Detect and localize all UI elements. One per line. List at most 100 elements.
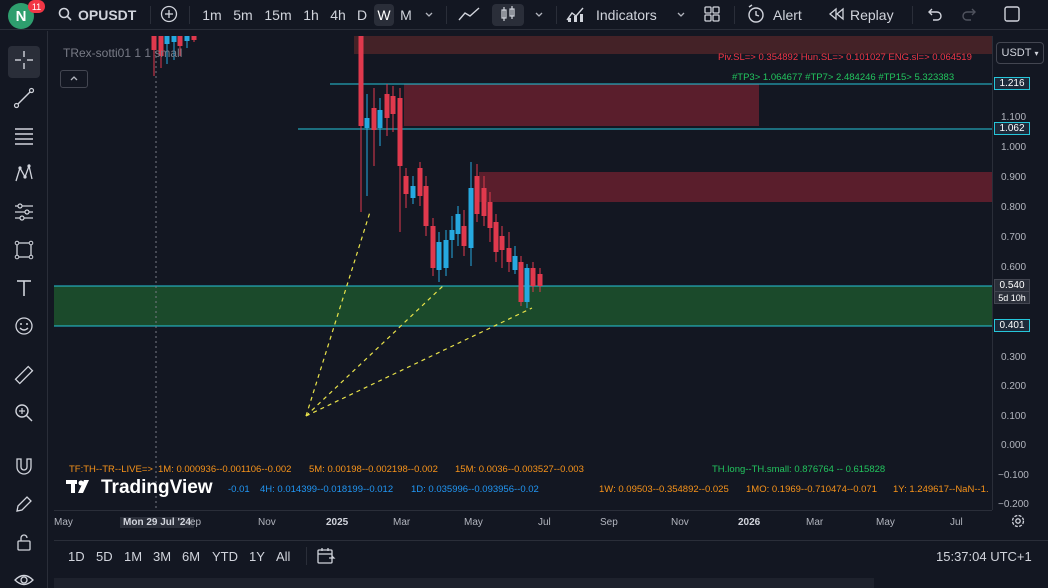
drawing-toolbar	[0, 31, 48, 588]
replay-label: Replay	[850, 7, 894, 23]
fullscreen-button[interactable]	[998, 4, 1026, 26]
range-1m[interactable]: 1M	[124, 549, 142, 564]
chart-settings-button[interactable]	[1008, 514, 1028, 532]
divider	[556, 6, 557, 24]
price-axis[interactable]: 1.100 1.000 0.900 0.800 0.700 0.600 0.30…	[992, 36, 1048, 510]
time-tick: May	[876, 517, 895, 528]
clock-display[interactable]: 15:37:04 UTC+1	[936, 549, 1032, 564]
bar-countdown: 5d 10h	[994, 291, 1030, 304]
price-tick: 0.200	[1001, 381, 1027, 392]
indicators-dropdown[interactable]	[672, 4, 690, 26]
candle-body	[506, 248, 512, 262]
icon-tool[interactable]	[8, 312, 40, 344]
interval-5m[interactable]: 5m	[230, 4, 256, 26]
lock-drawings-tool[interactable]	[8, 528, 40, 560]
undo-button[interactable]	[922, 4, 946, 26]
row2-value-1: -0.01	[228, 484, 250, 495]
candle-body	[455, 214, 461, 234]
chart-type-candles-button[interactable]	[492, 4, 524, 26]
pencil-lock-icon	[13, 493, 35, 520]
chart-type-dropdown[interactable]	[530, 4, 548, 26]
pattern-tool[interactable]	[8, 160, 40, 192]
candle-body	[481, 188, 487, 216]
interval-w[interactable]: W	[374, 4, 394, 26]
tf-label: TF:TH--TR--LIVE=>	[69, 464, 153, 475]
layouts-button[interactable]	[700, 4, 724, 26]
alert-button[interactable]: Alert	[746, 3, 812, 26]
shape-tool[interactable]	[8, 236, 40, 268]
interval-d[interactable]: D	[352, 4, 372, 26]
indicators-button[interactable]: Indicators	[566, 4, 662, 26]
candle-body	[403, 176, 409, 194]
range-1y[interactable]: 1Y	[249, 549, 265, 564]
symbol-search[interactable]: OPUSDT	[58, 4, 142, 26]
candle-body	[487, 202, 493, 228]
go-to-date-button[interactable]	[316, 547, 336, 570]
chart-type-line-button[interactable]	[455, 4, 483, 26]
rectangle-icon	[13, 239, 35, 266]
indicator-title[interactable]: TRex-sotti01 1 1 small	[63, 46, 182, 60]
magnet-tool[interactable]	[8, 452, 40, 484]
candle-body	[184, 36, 190, 41]
range-6m[interactable]: 6M	[182, 549, 200, 564]
candle-body	[371, 108, 377, 130]
divider	[189, 6, 190, 24]
symbol-label: OPUSDT	[78, 7, 137, 23]
bottom-toolbar: 1D 5D 1M 3M 6M YTD 1Y All 15:37:04 UTC+1	[54, 540, 1048, 570]
prediction-tool[interactable]	[8, 198, 40, 230]
candle-body	[377, 110, 383, 128]
time-axis[interactable]: May Mon 29 Jul '24 ep Nov 2025 Mar May J…	[54, 510, 992, 534]
range-5d[interactable]: 5D	[96, 549, 113, 564]
interval-1h[interactable]: 1h	[299, 4, 323, 26]
tradingview-logo-icon	[66, 478, 96, 499]
indicators-icon	[566, 5, 588, 26]
range-all[interactable]: All	[276, 549, 290, 564]
redo-button[interactable]	[958, 4, 982, 26]
replay-button[interactable]: Replay	[828, 4, 904, 26]
chart-pane[interactable]: TRex-sotti01 1 1 small Piv.SL=> 0.354892…	[54, 36, 992, 510]
range-3m[interactable]: 3M	[153, 549, 171, 564]
zoom-tool[interactable]	[8, 399, 40, 431]
price-tick: 0.300	[1001, 352, 1027, 363]
candle-body	[430, 226, 436, 268]
bottom-panel-strip	[54, 578, 874, 588]
time-tick: Nov	[671, 517, 689, 528]
candle-body	[461, 226, 467, 246]
supply-zone-upper	[404, 84, 759, 126]
alert-label: Alert	[773, 7, 802, 23]
interval-dropdown[interactable]	[420, 4, 438, 26]
visibility-tool[interactable]	[8, 566, 40, 588]
chevron-down-icon	[424, 7, 434, 23]
rewind-icon	[828, 7, 844, 24]
square-icon	[1003, 5, 1021, 26]
price-marker-1062: 1.062	[994, 122, 1030, 135]
interval-15m[interactable]: 15m	[262, 4, 294, 26]
watermark-text: TradingView	[101, 477, 213, 498]
crosshair-tool[interactable]	[8, 46, 40, 78]
tradingview-watermark: TradingView	[66, 477, 213, 499]
candle-body	[191, 36, 197, 40]
candle-body	[518, 262, 524, 302]
candle-body	[390, 96, 396, 114]
zoom-icon	[13, 402, 35, 429]
line-chart-icon	[458, 6, 480, 25]
horizontal-lines-icon	[13, 125, 35, 152]
trend-line-tool[interactable]	[8, 84, 40, 116]
range-ytd[interactable]: YTD	[212, 549, 238, 564]
sliders-icon	[13, 201, 35, 228]
interval-1m[interactable]: 1m	[199, 4, 225, 26]
interval-4h[interactable]: 4h	[326, 4, 350, 26]
drawing-mode-tool[interactable]	[8, 490, 40, 522]
measure-tool[interactable]	[8, 361, 40, 393]
magnet-icon	[13, 455, 35, 482]
ruler-icon	[13, 364, 35, 391]
compare-add-button[interactable]	[157, 4, 181, 26]
time-tick: 2026	[738, 517, 761, 528]
text-tool[interactable]	[8, 274, 40, 306]
collapse-indicator-button[interactable]	[60, 70, 88, 88]
fib-tool[interactable]	[8, 122, 40, 154]
crosshair-icon	[13, 49, 35, 76]
interval-m[interactable]: M	[396, 4, 416, 26]
range-1d[interactable]: 1D	[68, 549, 85, 564]
candle-body	[364, 118, 370, 128]
